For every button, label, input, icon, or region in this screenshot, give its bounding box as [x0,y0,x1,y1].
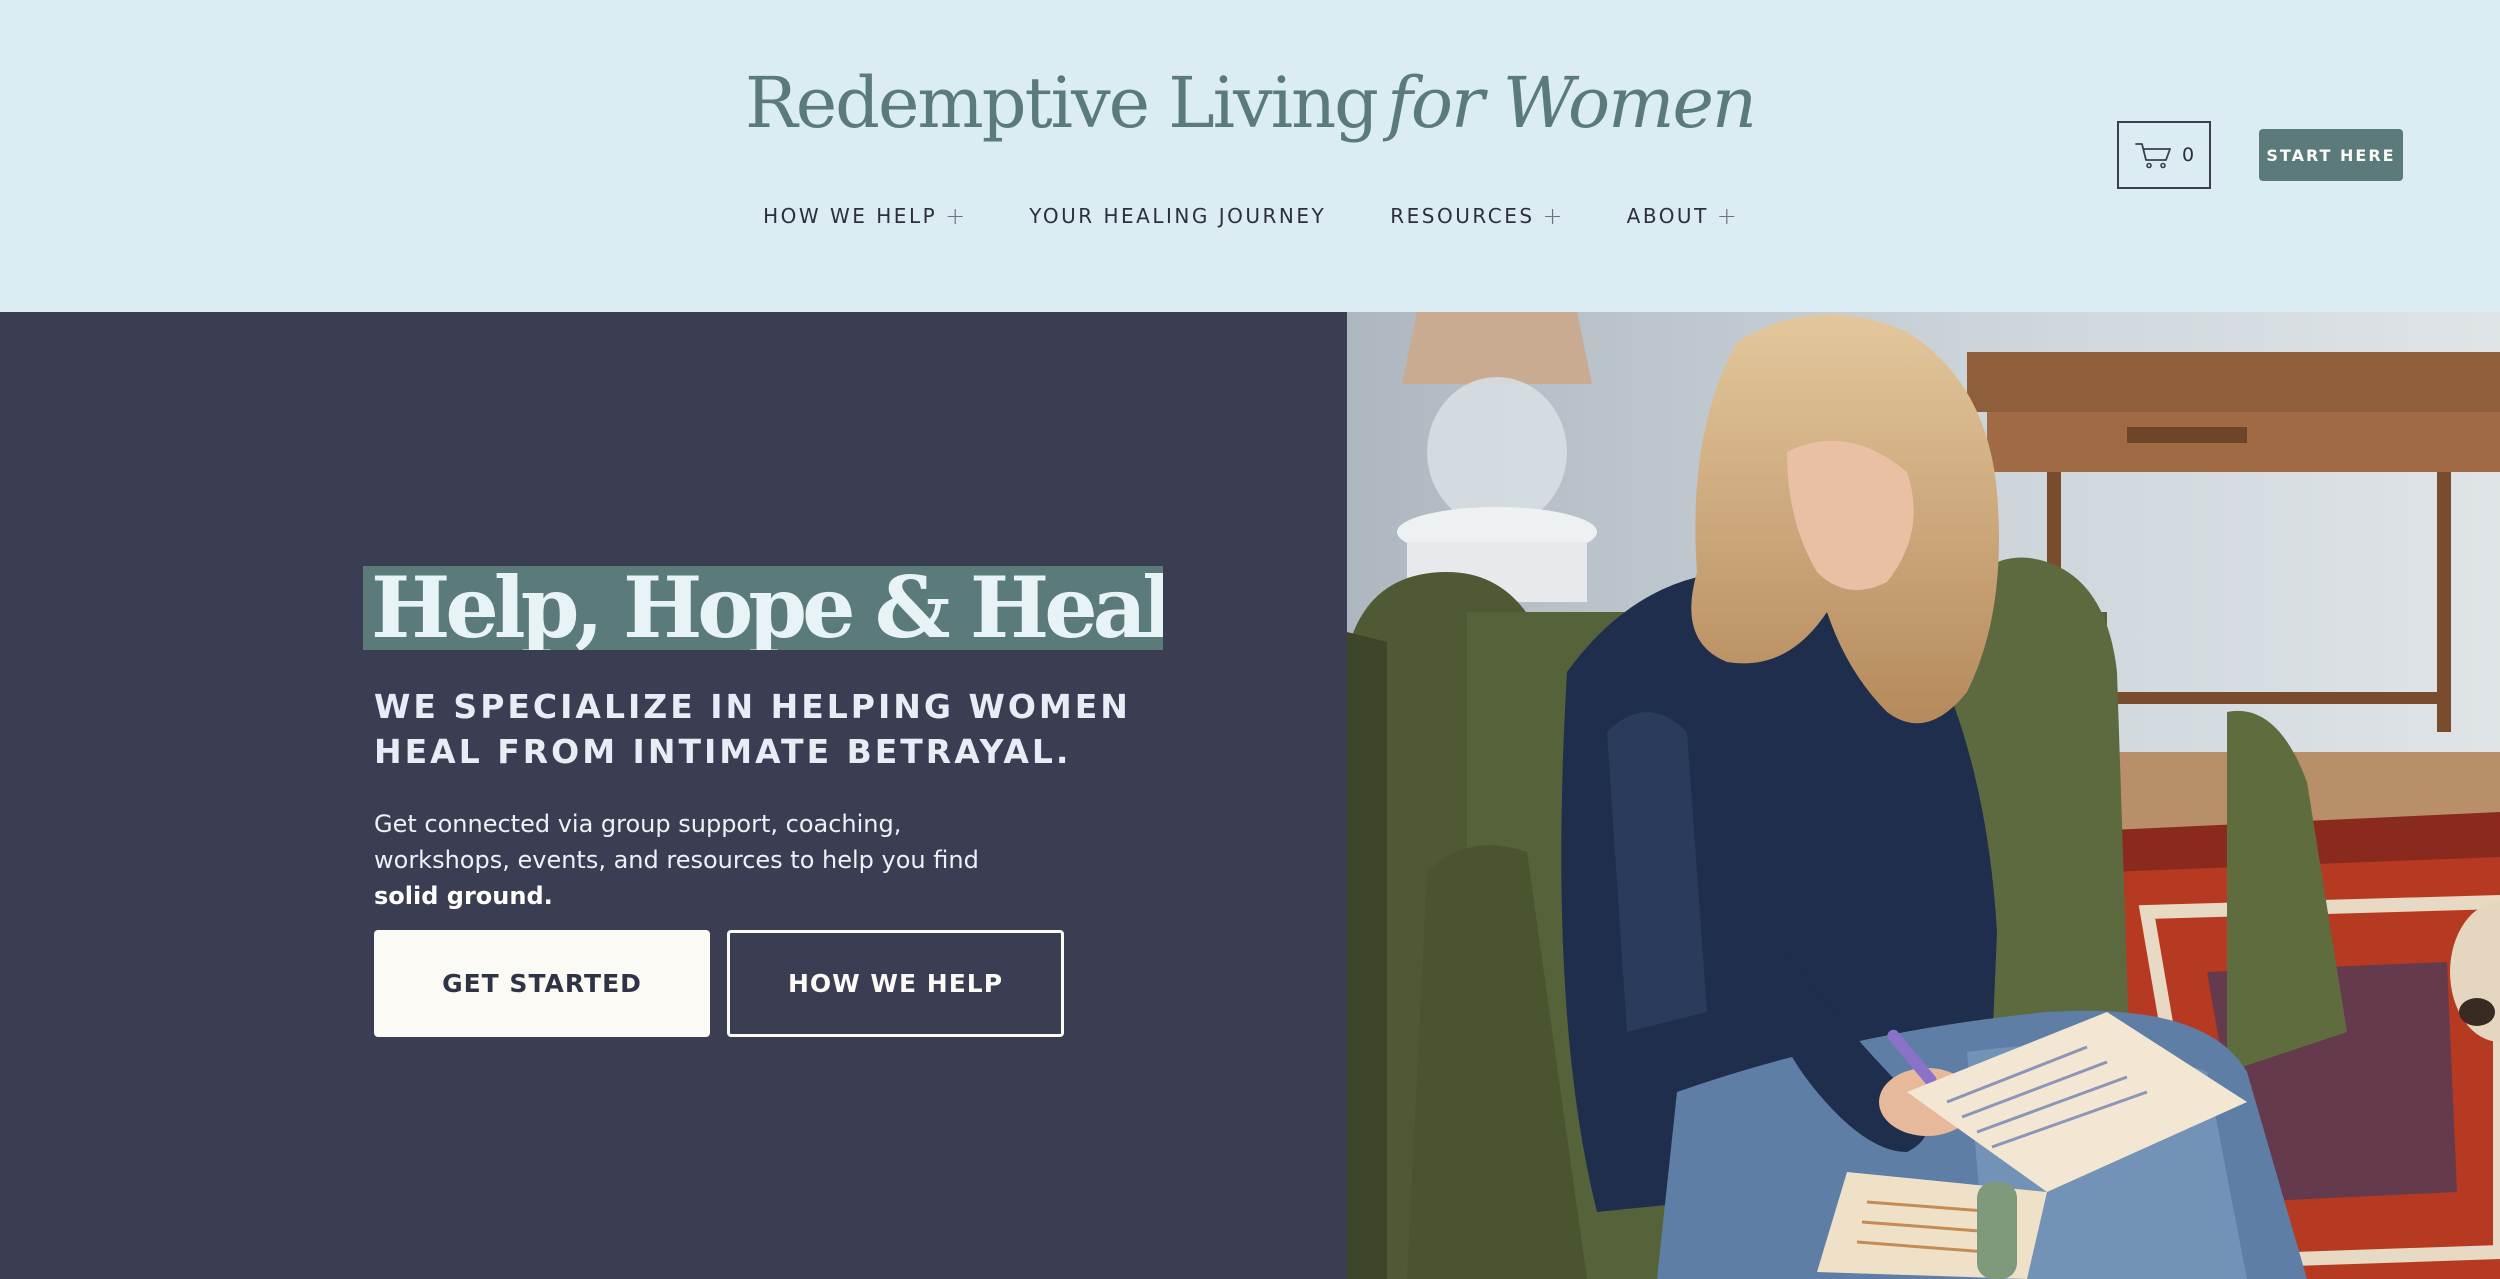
logo-main-text: Redemptive Living [745,62,1379,144]
nav-item-how-we-help[interactable]: HOW WE HELP + [763,202,965,230]
main-nav: HOW WE HELP + YOUR HEALING JOURNEY RESOU… [0,202,2500,230]
how-we-help-button[interactable]: HOW WE HELP [727,930,1064,1037]
start-here-button[interactable]: START HERE [2259,129,2403,181]
nav-item-your-healing-journey[interactable]: YOUR HEALING JOURNEY [1029,204,1326,228]
nav-item-label: ABOUT [1626,204,1709,228]
logo-script-text: for Women [1387,62,1757,144]
hero-body-text: Get connected via group support, coachin… [374,810,979,874]
woman-writing-in-journal-photo [1347,312,2500,1279]
nav-item-label: YOUR HEALING JOURNEY [1029,204,1327,228]
nav-item-label: HOW WE HELP [763,204,938,228]
nav-item-label: RESOURCES [1390,204,1535,228]
cart-button[interactable]: 0 [2117,121,2211,189]
cart-count: 0 [2181,144,2195,166]
hero-section [0,312,1347,1279]
nav-item-about[interactable]: ABOUT + [1627,202,1737,230]
plus-icon: + [1716,202,1737,230]
plus-icon: + [945,202,966,230]
hero-title: Help, Hope & Healing. [363,566,1163,650]
nav-item-resources[interactable]: RESOURCES + [1390,202,1562,230]
hero-photo [1347,312,2500,1279]
hero-body: Get connected via group support, coachin… [374,806,1034,914]
plus-icon: + [1542,202,1563,230]
get-started-button[interactable]: GET STARTED [374,930,710,1037]
hero-subtitle: WE SPECIALIZE IN HELPING WOMEN HEAL FROM… [374,687,1131,771]
shopping-cart-icon [2135,143,2171,169]
site-header: Redemptive Living for Women HOW WE HELP +… [0,0,2500,312]
hero-body-bold: solid ground. [374,882,553,910]
